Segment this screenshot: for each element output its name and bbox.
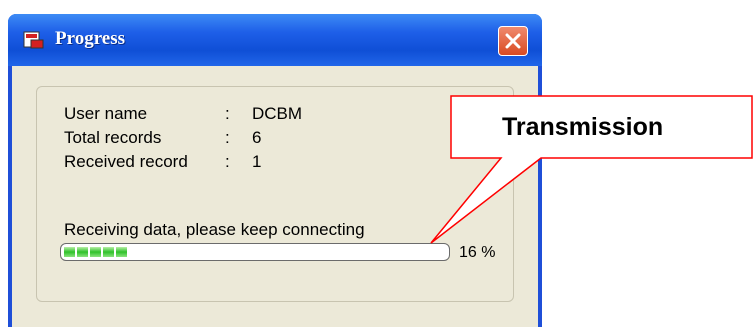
- transmission-callout: [430, 95, 753, 244]
- callout-label: Transmission: [502, 113, 664, 141]
